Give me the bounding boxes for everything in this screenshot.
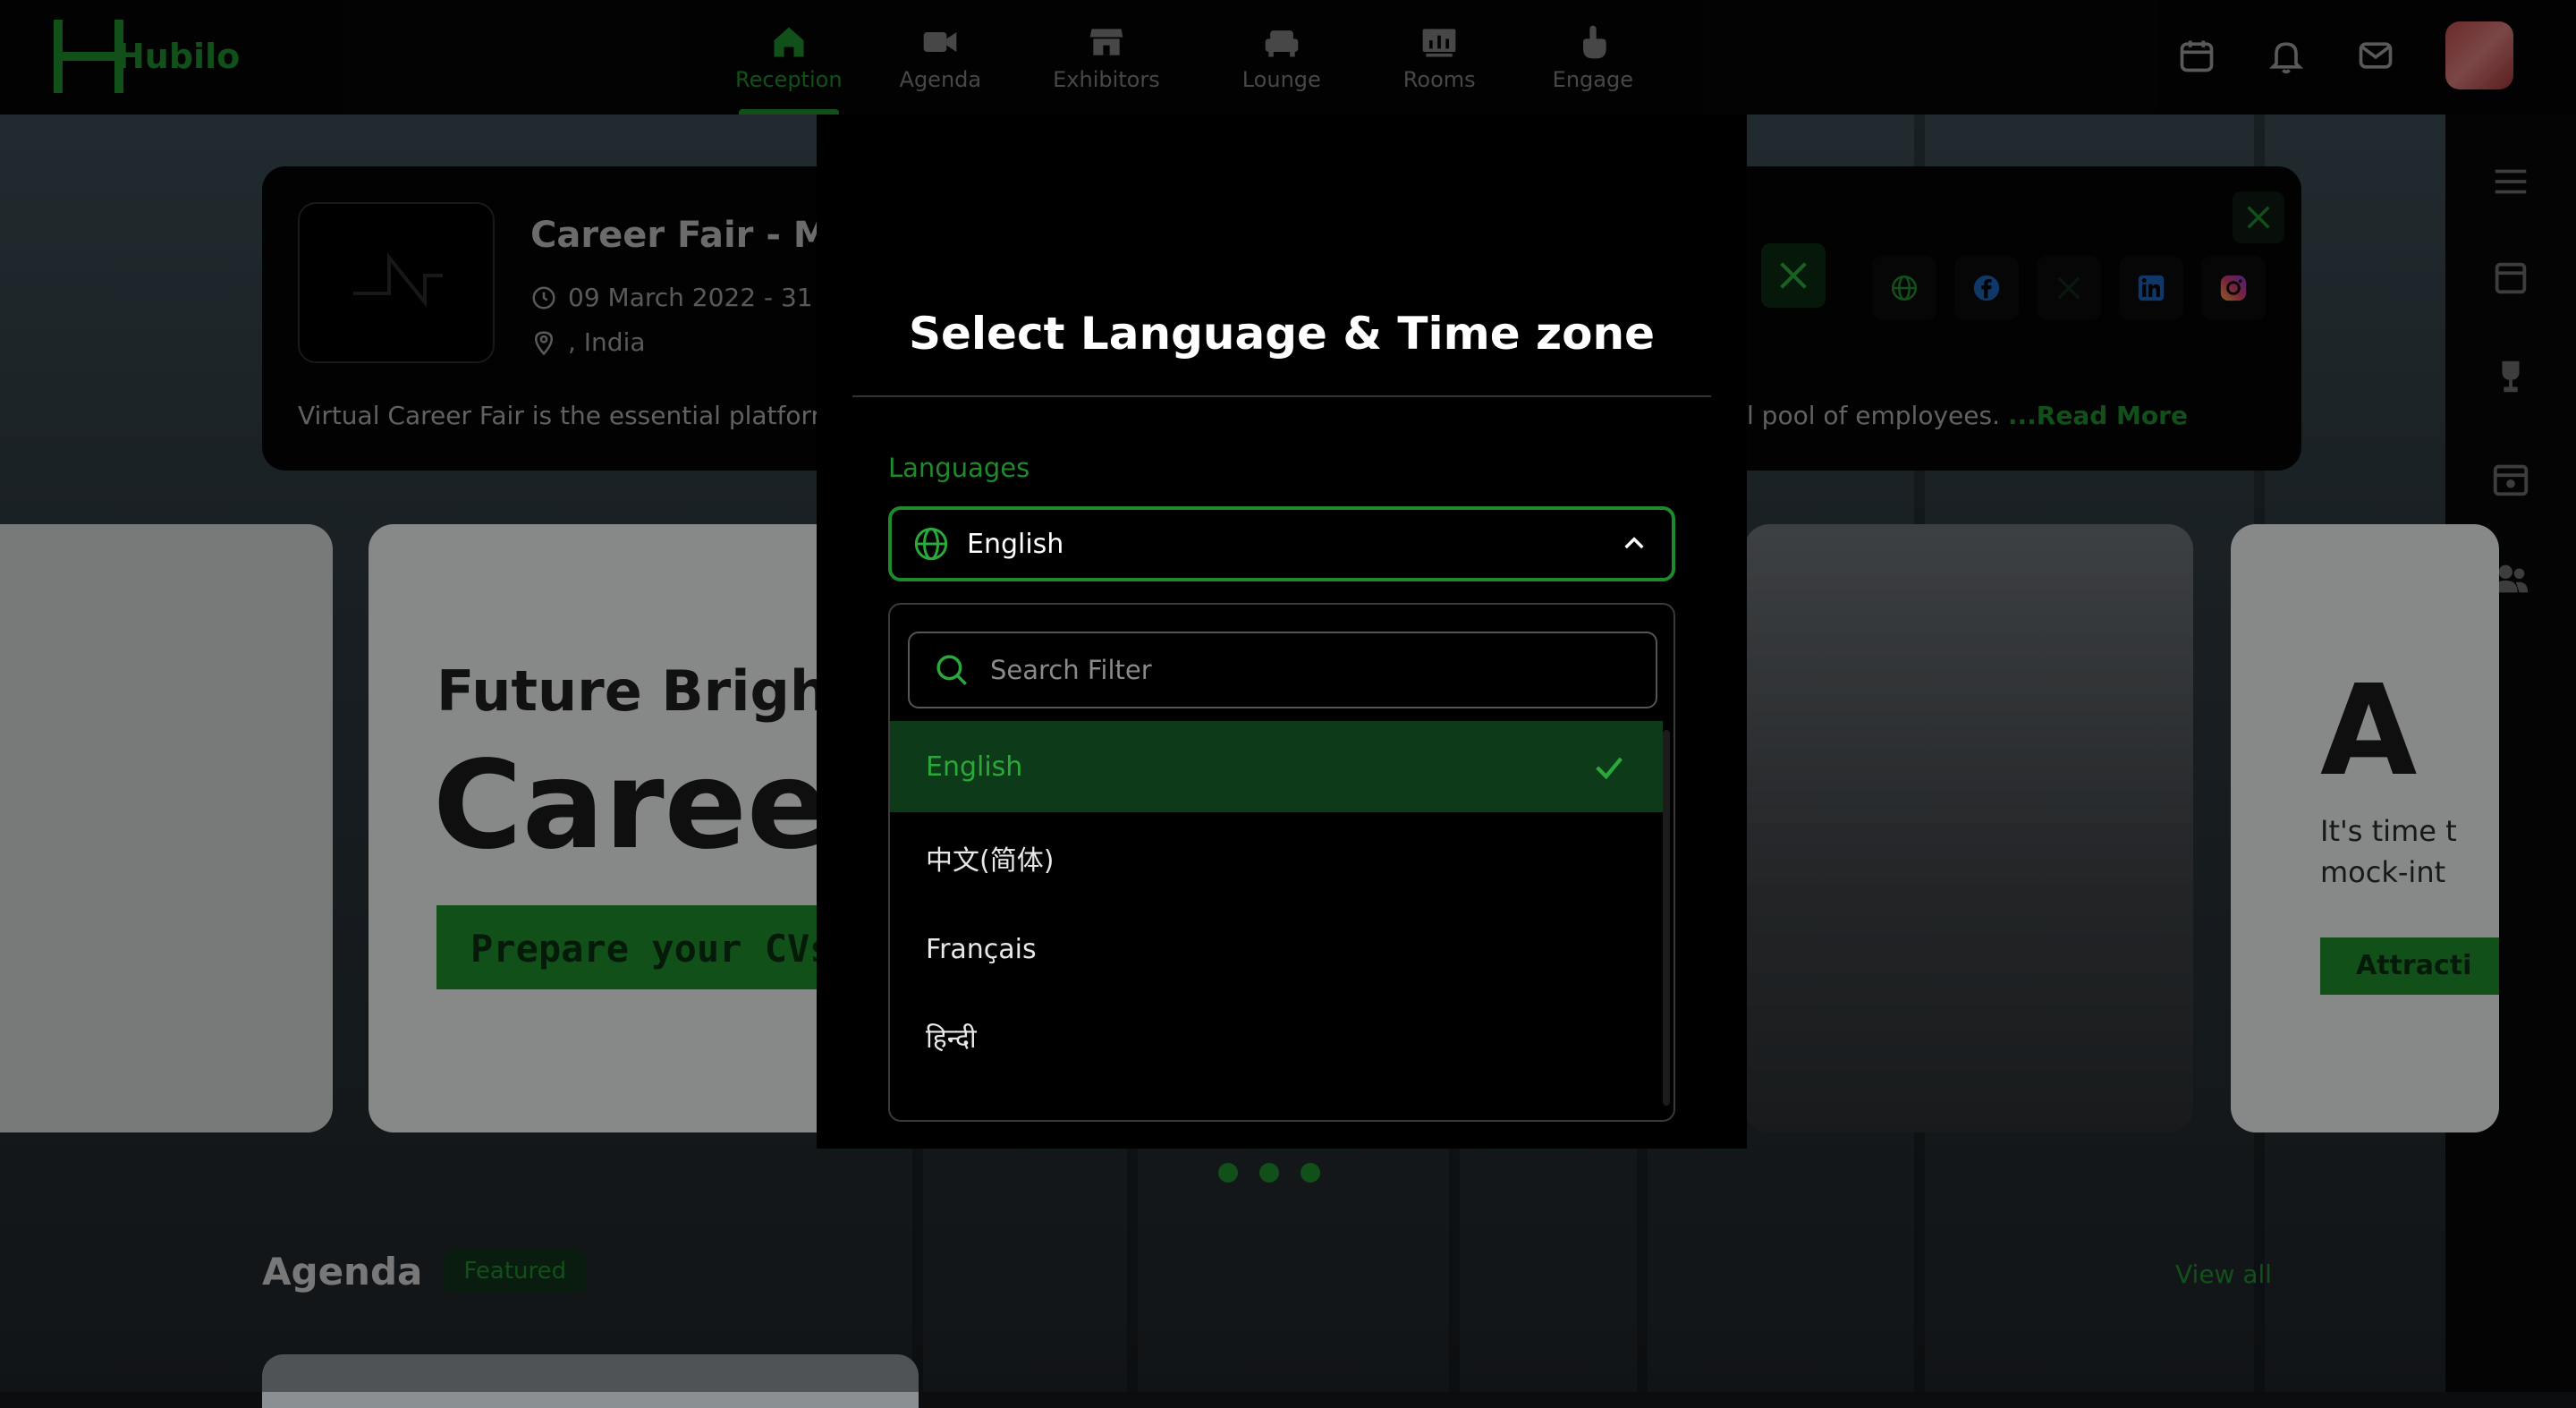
search-input[interactable] [988,654,1614,686]
globe-icon [914,527,948,561]
option-label: 中文(简体) [926,845,1055,877]
language-option-french[interactable]: Français [890,903,1663,995]
chevron-up-icon [1624,537,1644,549]
selected-language: English [967,528,1064,560]
language-select[interactable]: English [888,506,1675,581]
option-label: हिन्दी [926,1022,977,1055]
language-dropdown: English 中文(简体) Français हिन्दी [888,603,1675,1122]
language-option-hindi[interactable]: हिन्दी [890,991,1663,1082]
modal-title: Select Language & Time zone [909,308,1655,360]
option-label: Français [926,933,1037,965]
search-icon [936,655,967,685]
search-filter [908,632,1657,708]
language-option-english[interactable]: English [890,721,1663,812]
option-label: English [926,751,1023,783]
check-icon [1596,757,1623,780]
dropdown-scrollbar[interactable] [1663,730,1670,1106]
language-option-chinese[interactable]: 中文(简体) [890,812,1663,903]
languages-label: Languages [888,453,1030,483]
language-timezone-modal: Select Language & Time zone Languages En… [817,115,1747,1149]
divider [852,395,1711,397]
